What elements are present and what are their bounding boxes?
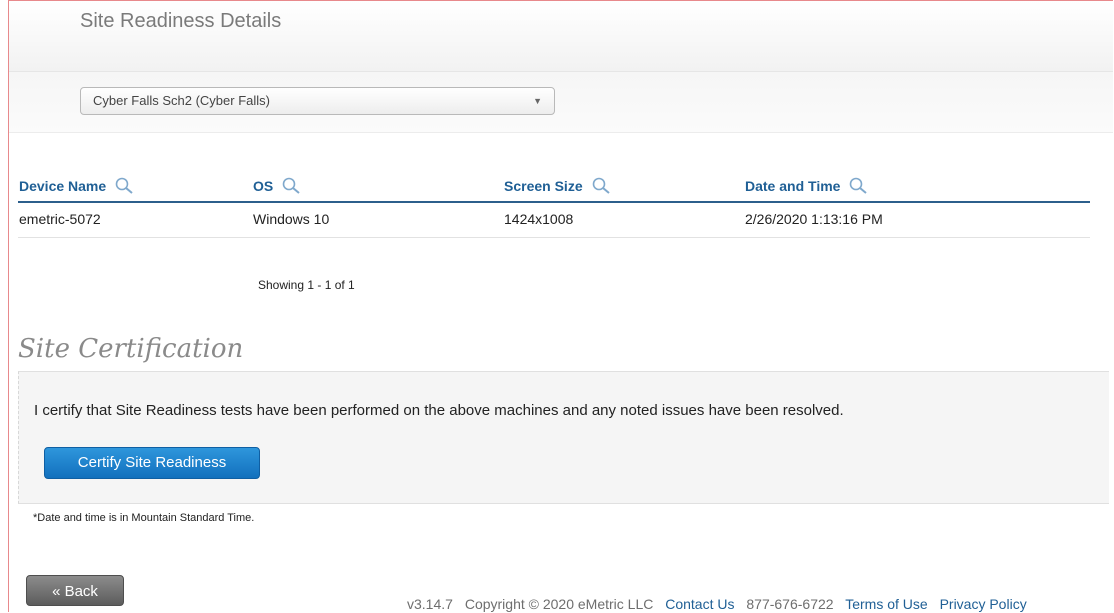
pager-status: Showing 1 - 1 of 1	[258, 278, 355, 292]
cell-device-name: emetric-5072	[18, 202, 252, 238]
certification-text: I certify that Site Readiness tests have…	[34, 402, 844, 419]
certification-panel: I certify that Site Readiness tests have…	[18, 371, 1109, 504]
search-icon[interactable]	[591, 177, 613, 195]
column-header-label: Device Name	[19, 178, 107, 194]
terms-of-use-link[interactable]: Terms of Use	[845, 596, 927, 612]
back-button[interactable]: « Back	[26, 575, 124, 606]
footer: v3.14.7 Copyright © 2020 eMetric LLC Con…	[407, 596, 1035, 612]
site-select[interactable]: Cyber Falls Sch2 (Cyber Falls) ▼	[80, 87, 555, 115]
table-header-row: Device Name OS Screen Size Date and Time	[18, 171, 1090, 203]
page-frame: Site Readiness Details Cyber Falls Sch2 …	[8, 0, 1113, 612]
column-header-os[interactable]: OS	[252, 171, 503, 203]
cell-os: Windows 10	[252, 202, 503, 238]
device-table: Device Name OS Screen Size Date and Time…	[18, 171, 1090, 238]
column-header-device-name[interactable]: Device Name	[18, 171, 252, 203]
site-select-band: Cyber Falls Sch2 (Cyber Falls) ▼	[9, 71, 1113, 133]
certify-site-readiness-button[interactable]: Certify Site Readiness	[44, 447, 260, 479]
site-select-value: Cyber Falls Sch2 (Cyber Falls)	[93, 93, 270, 108]
column-header-date-time[interactable]: Date and Time	[744, 171, 1090, 203]
search-icon[interactable]	[848, 177, 870, 195]
table-row: emetric-5072 Windows 10 1424x1008 2/26/2…	[18, 202, 1090, 238]
privacy-policy-link[interactable]: Privacy Policy	[940, 596, 1027, 612]
cell-date-time: 2/26/2020 1:13:16 PM	[744, 202, 1090, 238]
page-title: Site Readiness Details	[80, 10, 282, 32]
column-header-screen-size[interactable]: Screen Size	[503, 171, 744, 203]
column-header-label: Date and Time	[745, 178, 841, 194]
column-header-label: Screen Size	[504, 178, 583, 194]
search-icon[interactable]	[114, 177, 136, 195]
certification-heading: Site Certification	[18, 334, 244, 364]
version-label: v3.14.7	[407, 596, 453, 612]
column-header-label: OS	[253, 178, 274, 194]
copyright-text: Copyright © 2020 eMetric LLC	[464, 596, 654, 612]
search-icon[interactable]	[281, 177, 303, 195]
cell-screen-size: 1424x1008	[503, 202, 744, 238]
phone-number: 877-676-6722	[746, 596, 834, 612]
title-band: Site Readiness Details	[9, 1, 1113, 71]
contact-us-link[interactable]: Contact Us	[665, 596, 734, 612]
chevron-down-icon: ▼	[533, 96, 542, 106]
timezone-note: *Date and time is in Mountain Standard T…	[33, 512, 255, 524]
